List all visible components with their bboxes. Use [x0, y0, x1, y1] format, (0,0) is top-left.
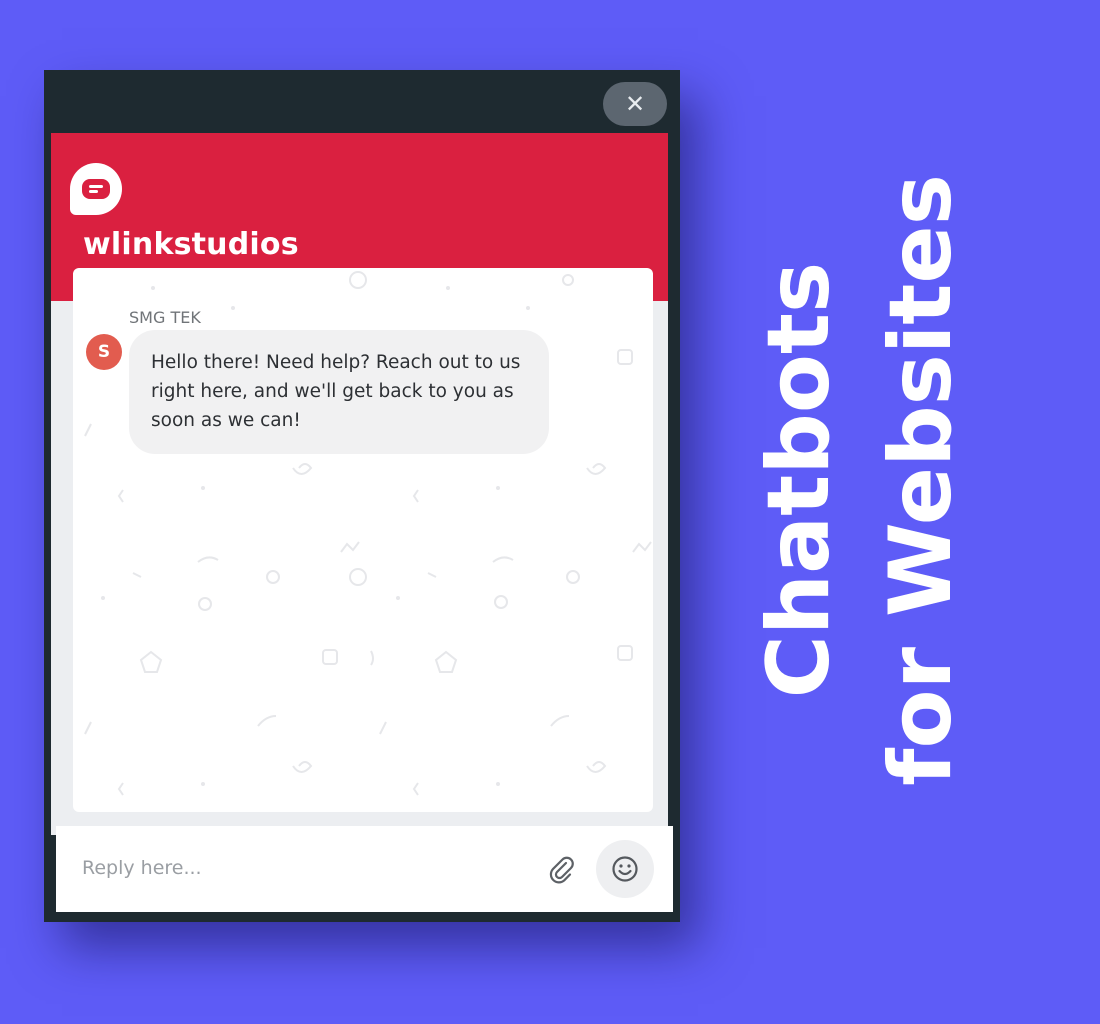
sender-name: SMG TEK [129, 308, 201, 327]
brand-name: wlinkstudios [83, 227, 299, 262]
side-title-line1: Chatbots [749, 262, 849, 698]
chat-panel: wlinkstudios SMG TEK S Hello there! Need… [51, 133, 668, 835]
close-icon: ✕ [624, 90, 646, 118]
reply-input[interactable] [80, 856, 524, 880]
smiley-icon [612, 856, 638, 882]
emoji-button[interactable] [596, 840, 654, 898]
side-title: Chatbots for Websites [748, 150, 971, 810]
chat-bubble-icon [70, 163, 122, 215]
reply-bar [56, 826, 673, 912]
message-area[interactable]: SMG TEK S Hello there! Need help? Reach … [73, 268, 653, 812]
close-button[interactable]: ✕ [603, 82, 667, 126]
message-bubble: Hello there! Need help? Reach out to us … [129, 330, 549, 454]
side-title-line2: for Websites [871, 174, 960, 786]
avatar: S [86, 334, 122, 370]
paperclip-icon[interactable] [546, 854, 578, 886]
